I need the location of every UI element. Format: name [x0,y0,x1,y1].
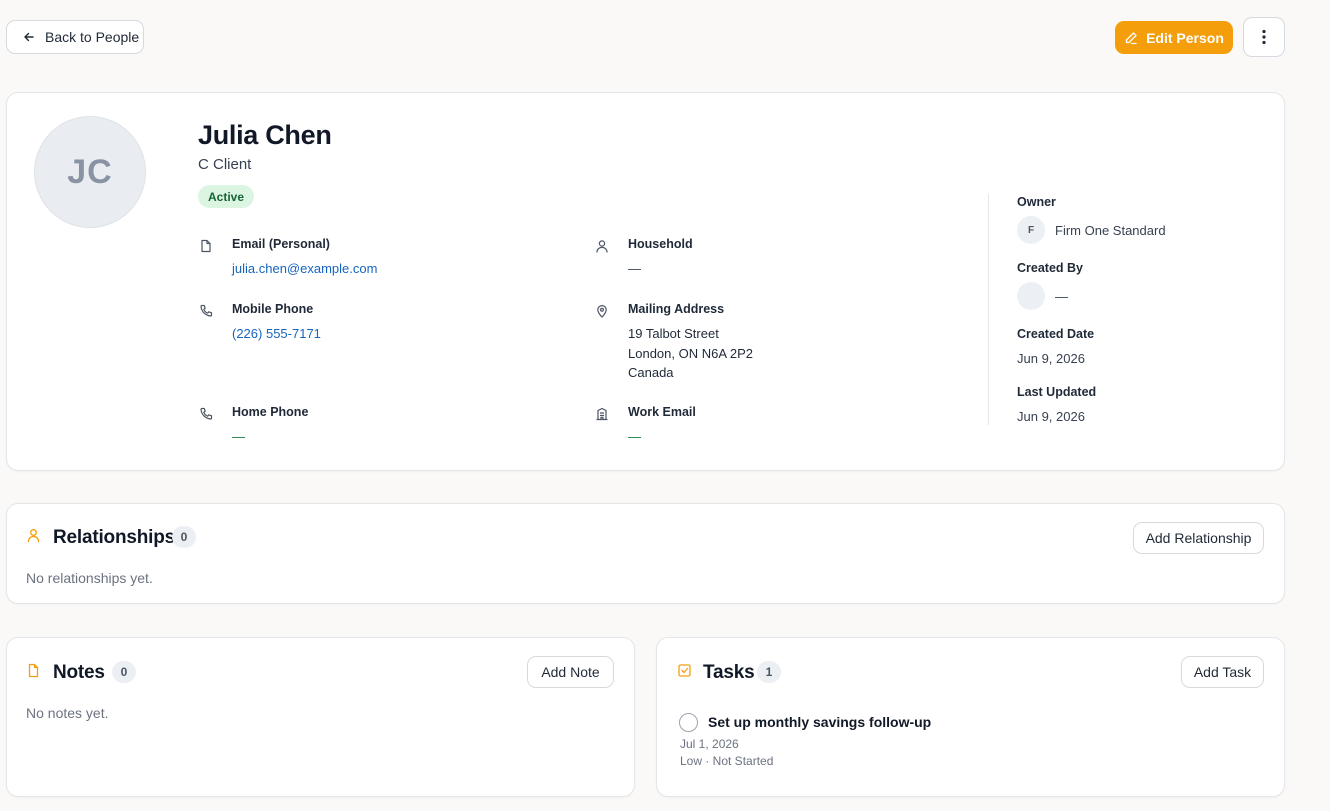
mailing-address-value: 19 Talbot Street London, ON N6A 2P2 Cana… [628,324,753,383]
last-updated-value: Jun 9, 2026 [1017,409,1085,424]
person-type: C Client [198,156,252,173]
address-line-3: Canada [628,365,674,380]
mobile-phone-link[interactable]: (226) 555-7171 [232,326,321,341]
relationships-count: 0 [172,526,196,548]
person-name: Julia Chen [198,120,332,150]
created-by-avatar [1017,282,1045,310]
work-email-value: — [628,429,641,444]
last-updated-label: Last Updated [1017,385,1097,399]
add-relationship-button[interactable]: Add Relationship [1133,522,1264,554]
document-icon [201,239,211,253]
notes-empty: No notes yet. [26,705,109,721]
created-by-value: — [1055,289,1068,304]
building-icon [596,407,608,421]
relationships-title: Relationships [53,527,175,548]
relationships-card [6,503,1285,604]
back-to-people-button[interactable]: Back to People [6,20,144,54]
phone-icon [200,407,213,420]
add-note-button[interactable]: Add Note [527,656,614,688]
arrow-left-icon [24,32,34,42]
avatar: JC [34,116,146,228]
created-date-value: Jun 9, 2026 [1017,351,1085,366]
task-complete-toggle[interactable] [679,713,698,732]
edit-label: Edit Person [1146,29,1224,46]
email-personal-label: Email (Personal) [232,237,330,251]
meta-divider [988,194,989,425]
person-icon [596,240,608,253]
home-phone-value: — [232,429,245,444]
email-personal-link[interactable]: julia.chen@example.com [232,261,377,276]
document-icon [28,663,39,678]
mobile-phone-label: Mobile Phone [232,302,314,316]
phone-icon [200,304,213,317]
task-due-date: Jul 1, 2026 [680,737,739,751]
owner-label: Owner [1017,195,1056,209]
address-line-2: London, ON N6A 2P2 [628,345,754,361]
kebab-menu-icon [1262,29,1266,45]
address-line-1: 19 Talbot Street [628,326,719,341]
task-title[interactable]: Set up monthly savings follow-up [708,714,931,730]
status-badge: Active [198,185,255,208]
owner-value: Firm One Standard [1055,223,1166,238]
add-task-button[interactable]: Add Task [1181,656,1264,688]
checkbox-icon [678,664,691,677]
household-value: — [628,261,641,276]
more-options-button[interactable] [1243,17,1285,57]
tasks-title: Tasks [703,662,755,683]
task-meta: Low · Not Started [680,754,774,768]
created-date-label: Created Date [1017,327,1095,341]
tasks-count: 1 [757,661,781,683]
home-phone-label: Home Phone [232,405,309,419]
back-label: Back to People [45,29,140,45]
household-label: Household [628,237,693,251]
person-icon [27,529,40,543]
mailing-address-label: Mailing Address [628,302,725,316]
created-by-label: Created By [1017,261,1083,275]
notes-count: 0 [112,661,136,683]
owner-avatar: F [1017,216,1045,244]
work-email-label: Work Email [628,405,696,419]
location-pin-icon [597,305,607,318]
relationships-empty: No relationships yet. [26,570,153,586]
notes-title: Notes [53,662,105,683]
pencil-icon [1125,31,1137,44]
edit-person-button[interactable]: Edit Person [1115,21,1233,54]
